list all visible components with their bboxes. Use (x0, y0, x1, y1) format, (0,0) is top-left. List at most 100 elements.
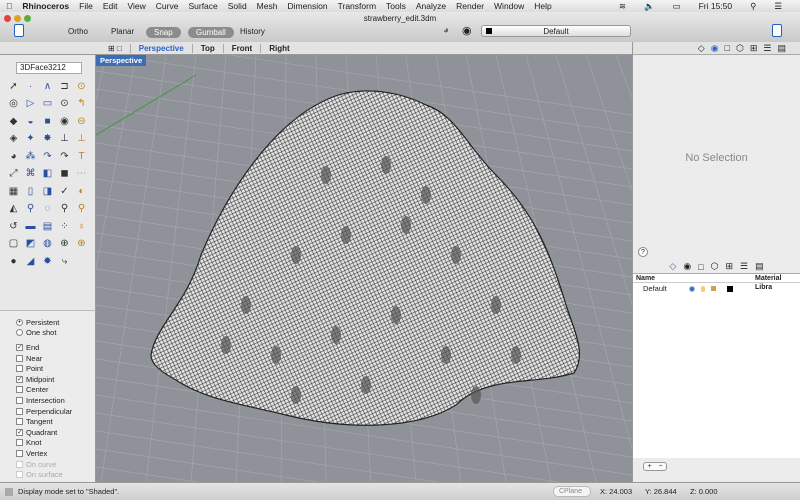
tool-icon[interactable]: ▢ (7, 238, 20, 251)
menu-solid[interactable]: Solid (228, 1, 247, 11)
tool-icon[interactable]: ⋯ (75, 168, 88, 181)
tool-icon[interactable]: ↷ (41, 150, 54, 163)
osnap-intersection[interactable]: Intersection (16, 395, 95, 406)
tool-icon[interactable]: ■ (41, 115, 54, 128)
tool-icon[interactable]: ◐ (75, 185, 88, 198)
menu-surface[interactable]: Surface (188, 1, 217, 11)
tool-icon[interactable]: ◧ (41, 168, 54, 181)
tool-icon[interactable]: ↺ (7, 220, 20, 233)
radio-icon[interactable] (16, 329, 23, 337)
osnap-end[interactable]: ✓ End (16, 342, 95, 353)
menu-view[interactable]: View (128, 1, 146, 11)
render-icon[interactable]: ☰ (740, 261, 748, 272)
osnap-on-surface[interactable]: On surface (16, 469, 95, 480)
help-button[interactable]: ? (638, 247, 648, 257)
tool-icon[interactable]: ⁂ (24, 150, 37, 163)
menu-analyze[interactable]: Analyze (416, 1, 446, 11)
tool-icon[interactable]: ⊐ (58, 80, 71, 93)
current-layer-dropdown[interactable]: Default (481, 25, 631, 37)
perspective-viewport[interactable]: Perspective (96, 55, 632, 482)
osnap-quadrant[interactable]: ✓ Quadrant (16, 427, 95, 438)
planar-toggle[interactable]: Planar (111, 27, 134, 36)
menu-help[interactable]: Help (534, 1, 551, 11)
checkbox-icon[interactable] (16, 354, 23, 362)
tool-icon[interactable]: ↰ (75, 98, 88, 111)
osnap-vertex[interactable]: Vertex (16, 448, 95, 459)
tab-top[interactable]: Top (193, 43, 224, 53)
osnap-on-curve[interactable]: On curve (16, 459, 95, 470)
cube-icon[interactable]: ⬡ (711, 261, 719, 272)
layer-row[interactable]: Default (633, 283, 800, 295)
tool-icon[interactable]: ♁ (75, 220, 88, 233)
gumball-toggle[interactable]: Gumball (188, 27, 234, 38)
tool-icon[interactable]: ◒ (24, 115, 37, 128)
tool-icon[interactable]: ◈ (7, 133, 20, 146)
material-icon[interactable]: ◉ (462, 24, 472, 37)
snap-toggle[interactable]: Snap (146, 27, 181, 38)
checkbox-icon[interactable]: ✓ (16, 343, 23, 351)
tab-right[interactable]: Right (261, 44, 297, 53)
tool-icon[interactable]: ▬ (24, 220, 37, 233)
osnap-persistent[interactable]: • Persistent (16, 317, 95, 328)
cplane-dropdown[interactable]: CPlane (553, 486, 591, 497)
volume-icon[interactable]: 🔈 (644, 1, 655, 12)
properties-tab-icon[interactable]: ◉ (711, 43, 719, 54)
menu-tools[interactable]: Tools (386, 1, 406, 11)
tool-icon[interactable]: ✹ (41, 255, 54, 268)
tab-front[interactable]: Front (224, 43, 262, 53)
osnap-point[interactable]: Point (16, 363, 95, 374)
tool-icon[interactable]: ◍ (41, 238, 54, 251)
tool-icon[interactable]: ◉ (58, 115, 71, 128)
current-layer-radio-icon[interactable] (689, 286, 695, 292)
tool-icon[interactable]: ↷ (58, 150, 71, 163)
layout-grid-icon[interactable]: ⊞ □ (100, 43, 131, 53)
tool-icon[interactable]: ▦ (7, 185, 20, 198)
tool-icon[interactable]: ✦ (24, 133, 37, 146)
render-tab-icon[interactable]: ☰ (763, 43, 771, 54)
viewport-label[interactable]: Perspective (96, 55, 147, 66)
document-tab-icon[interactable]: □ (725, 43, 730, 53)
tool-icon[interactable]: ◨ (41, 185, 54, 198)
checkbox-icon[interactable] (16, 365, 23, 373)
tool-icon[interactable]: ▷ (24, 98, 37, 111)
checkbox-icon[interactable] (16, 407, 23, 415)
tool-icon[interactable]: ⊥ (75, 133, 88, 146)
checkbox-icon[interactable] (16, 471, 23, 479)
grid-icon[interactable]: ⊞ (725, 261, 733, 272)
tool-icon[interactable]: ◎ (7, 98, 20, 111)
tool-icon[interactable]: ◕ (7, 150, 20, 163)
menu-dimension[interactable]: Dimension (287, 1, 327, 11)
add-layer-button[interactable]: + (647, 463, 651, 470)
tool-icon[interactable]: ✸ (41, 133, 54, 146)
checkbox-icon[interactable] (16, 449, 23, 457)
remove-layer-button[interactable]: − (658, 463, 662, 470)
checkbox-icon[interactable]: ✓ (16, 375, 23, 383)
menu-app[interactable]: Rhinoceros (22, 1, 69, 11)
tool-icon[interactable]: ◼ (58, 168, 71, 181)
checkbox-icon[interactable] (16, 439, 23, 447)
tool-icon[interactable]: ◭ (7, 203, 20, 216)
tool-icon[interactable]: ▭ (41, 98, 54, 111)
tool-icon[interactable]: ⊙ (58, 98, 71, 111)
tool-icon[interactable]: ⤷ (58, 255, 71, 268)
tool-icon[interactable]: ● (7, 255, 20, 268)
checkbox-icon[interactable]: ✓ (16, 428, 23, 436)
clock[interactable]: Fri 15:50 (699, 1, 733, 11)
apple-icon[interactable]:  (6, 1, 12, 11)
tool-icon[interactable]: ⚲ (24, 203, 37, 216)
tool-icon[interactable]: ∧ (41, 80, 54, 93)
cube-tab-icon[interactable]: ⬡ (736, 43, 744, 54)
record-icon[interactable]: ◕ (443, 25, 449, 36)
checkbox-icon[interactable] (16, 460, 23, 468)
tool-icon[interactable]: · (24, 80, 37, 93)
menu-curve[interactable]: Curve (156, 1, 179, 11)
menu-render[interactable]: Render (456, 1, 484, 11)
osnap-midpoint[interactable]: ✓ Midpoint (16, 374, 95, 385)
tab-perspective[interactable]: Perspective (131, 43, 193, 53)
ortho-toggle[interactable]: Ortho (68, 27, 88, 36)
tool-icon[interactable]: ◆ (7, 115, 20, 128)
tool-icon[interactable]: ⤢ (7, 168, 20, 181)
tool-icon[interactable]: ⊕ (75, 238, 88, 251)
list-icon[interactable]: ☰ (774, 1, 782, 12)
right-panel-toggle-icon[interactable] (772, 24, 782, 37)
